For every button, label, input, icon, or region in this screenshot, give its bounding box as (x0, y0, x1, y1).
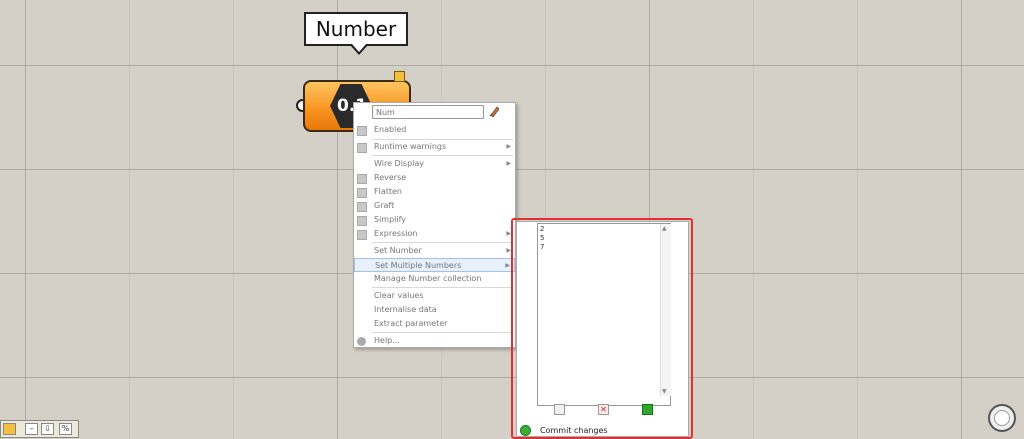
menu-separator (372, 242, 513, 243)
simplify-icon (357, 216, 367, 226)
menu-item-set-multiple-numbers-label: Set Multiple Numbers (375, 261, 462, 270)
menu-item-runtime-warnings-label: Runtime warnings (374, 142, 447, 151)
menu-item-wire-display[interactable]: Wire Display ▶ (354, 157, 515, 171)
sketch-icon[interactable] (3, 423, 16, 435)
warning-icon (357, 143, 367, 153)
menu-item-help-label: Help... (374, 336, 400, 345)
menu-item-flatten-label: Flatten (374, 187, 402, 196)
enabled-check-icon (357, 126, 367, 136)
help-icon (357, 337, 366, 346)
expression-icon (357, 230, 367, 240)
menu-item-graft-label: Graft (374, 201, 395, 210)
menu-item-clear-values[interactable]: Clear values (354, 289, 515, 303)
flatten-icon (357, 188, 367, 198)
reverse-icon (357, 174, 367, 184)
menu-item-extract-parameter-label: Extract parameter (374, 319, 448, 328)
download-icon[interactable]: ⇩ (41, 423, 54, 435)
menu-item-runtime-warnings[interactable]: Runtime warnings ▶ (354, 140, 515, 154)
menu-separator (372, 287, 513, 288)
menu-item-simplify-label: Simplify (374, 215, 407, 224)
highlight-box (511, 218, 693, 439)
submenu-arrow-icon: ▶ (505, 262, 510, 269)
menu-item-reverse[interactable]: Reverse (354, 171, 515, 185)
menu-item-expression[interactable]: Expression ▶ (354, 227, 515, 241)
compass-center (994, 410, 1010, 426)
menu-item-manage-collection[interactable]: Manage Number collection (354, 272, 515, 286)
menu-separator (372, 155, 513, 156)
menu-item-enabled-label: Enabled (374, 125, 407, 134)
menu-item-extract-parameter[interactable]: Extract parameter (354, 317, 515, 331)
menu-item-set-number-label: Set Number (374, 246, 422, 255)
menu-item-simplify[interactable]: Simplify (354, 213, 515, 227)
menu-separator (372, 332, 513, 333)
menu-item-set-multiple-numbers[interactable]: Set Multiple Numbers ▶ (354, 258, 515, 272)
menu-item-internalise-data[interactable]: Internalise data (354, 303, 515, 317)
menu-item-enabled[interactable]: Enabled (354, 123, 515, 137)
menu-item-internalise-data-label: Internalise data (374, 305, 437, 314)
tooltip-label: Number (315, 17, 397, 41)
menu-item-wire-display-label: Wire Display (374, 159, 425, 168)
menu-item-reverse-label: Reverse (374, 173, 407, 182)
menu-item-manage-collection-label: Manage Number collection (374, 274, 482, 283)
graft-icon (357, 202, 367, 212)
nickname-input[interactable] (372, 105, 484, 119)
menu-item-help[interactable]: Help... (354, 334, 515, 348)
menu-item-set-number[interactable]: Set Number ▶ (354, 244, 515, 258)
submenu-arrow-icon: ▶ (506, 160, 511, 167)
component-flag-icon (394, 71, 405, 82)
menu-item-flatten[interactable]: Flatten (354, 185, 515, 199)
percent-icon[interactable]: % (59, 423, 72, 435)
context-menu: Enabled Runtime warnings ▶ Wire Display … (353, 102, 516, 348)
canvas-toolbar: – ⇩ % (0, 420, 79, 438)
pencil-icon[interactable] (488, 104, 502, 118)
menu-item-expression-label: Expression (374, 229, 418, 238)
menu-item-clear-values-label: Clear values (374, 291, 424, 300)
minus-icon[interactable]: – (25, 423, 38, 435)
component-tooltip: Number (304, 12, 408, 55)
submenu-arrow-icon: ▶ (506, 143, 511, 150)
menu-item-graft[interactable]: Graft (354, 199, 515, 213)
